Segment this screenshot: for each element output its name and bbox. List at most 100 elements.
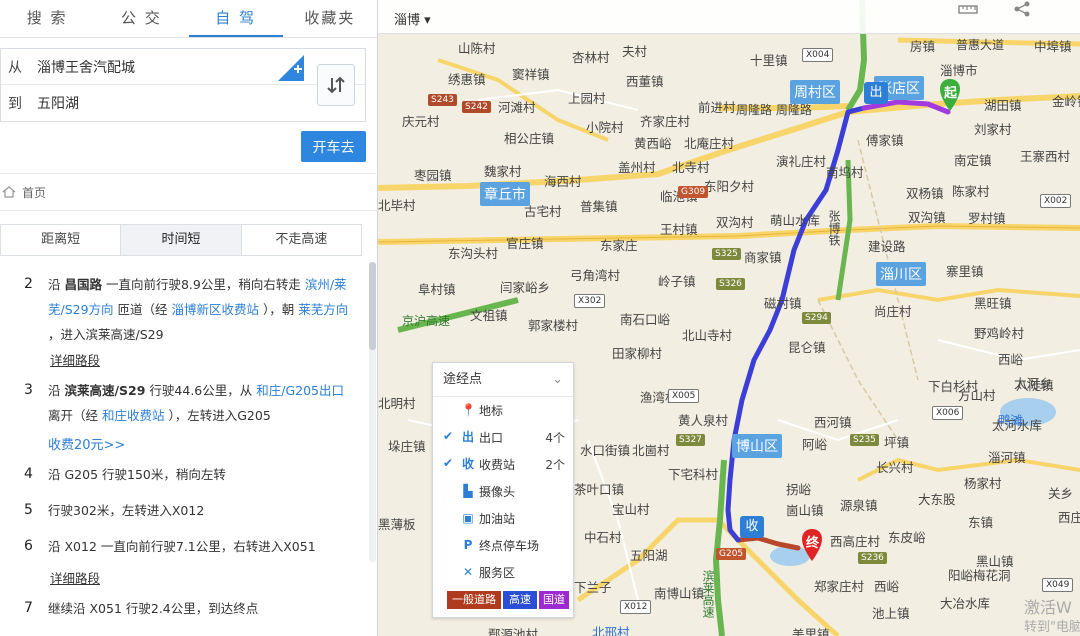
waypoint-filter-parking[interactable]: P 终点停车场: [433, 534, 575, 556]
place-label: 罗村镇: [968, 211, 1006, 226]
waypoint-filter-landmark[interactable]: 📍 地标: [433, 399, 575, 421]
road-badge: G205: [716, 548, 747, 560]
place-label: 庆元村: [402, 114, 440, 129]
step-text: 行驶302米，左转进入X012: [48, 503, 205, 518]
road-badge: S236: [858, 552, 887, 564]
step-direction-link[interactable]: 莱芜方向: [298, 302, 348, 317]
camera-icon: ▙: [463, 484, 473, 498]
to-input[interactable]: 五阳湖: [37, 93, 79, 113]
step-number: 2: [24, 276, 33, 292]
toll-fee-link[interactable]: 收费20元>>: [48, 434, 125, 453]
legend-highway: 高速: [503, 591, 537, 609]
place-label: 寨里镇: [946, 264, 984, 279]
add-waypoint-icon[interactable]: [278, 55, 304, 81]
place-label: 水口街镇: [580, 443, 631, 458]
scrollbar-thumb[interactable]: [369, 262, 376, 350]
waypoint-filter-service[interactable]: ✕ 服务区: [433, 561, 575, 583]
place-label: 北邢村: [592, 625, 630, 636]
step-number: 6: [24, 538, 33, 554]
place-label: 北崮村: [632, 443, 670, 458]
step-toll-link[interactable]: 淄博新区收费站: [172, 302, 260, 317]
tab-drive[interactable]: 自 驾: [188, 0, 283, 37]
detail-segments-link[interactable]: 详细路段: [50, 568, 100, 587]
step-exit-link[interactable]: 和庄/G205出口: [256, 383, 344, 398]
activation-watermark: 转到"电脑: [1024, 620, 1080, 635]
waypoint-filter-exit[interactable]: ✔ 出 出口 4个: [433, 426, 575, 448]
road-badge: S243: [428, 94, 457, 106]
chevron-down-icon: ▾: [424, 13, 431, 28]
step-toll-link[interactable]: 和庄收费站: [102, 408, 165, 423]
place-label: 黄人泉村: [678, 413, 729, 428]
step-text-part: ），朝: [259, 302, 299, 317]
pref-shortest-time[interactable]: 时间短: [121, 225, 242, 255]
place-label: 磁村镇: [764, 296, 802, 311]
place-label: 垛庄镇: [388, 439, 426, 454]
place-label: 西河镇: [814, 415, 852, 430]
place-label: 双沟镇: [908, 210, 946, 225]
tab-favorites[interactable]: 收藏夹: [283, 0, 377, 37]
waypoint-filter-toll[interactable]: ✔ 收 收费站 2个: [433, 453, 575, 475]
step-text: 继续沿 X051 行驶2.4公里，到达终点: [48, 601, 259, 616]
place-label: 山陈村: [458, 41, 496, 56]
road-badge: X302: [574, 294, 606, 308]
waypoint-filter-gas[interactable]: ▣ 加油站: [433, 507, 575, 529]
home-icon[interactable]: [2, 186, 16, 198]
place-label: 北寺村: [672, 160, 710, 175]
from-input[interactable]: 淄博王舍汽配城: [37, 57, 135, 77]
tab-search[interactable]: 搜 索: [0, 0, 94, 37]
chevron-down-icon[interactable]: ⌄: [552, 363, 563, 397]
place-label: 陈家村: [952, 184, 990, 199]
filter-label: 终点停车场: [479, 539, 540, 553]
place-label: 黄西峪: [634, 136, 672, 151]
route-steps: 2 沿 昌国路 一直向前行驶8.9公里，稍向右转走 滨州/莱芜/S29方向 匝道…: [0, 266, 366, 636]
city-selector[interactable]: 淄博 ▾: [394, 9, 431, 28]
place-label: 方山村: [958, 388, 996, 403]
place-label: 南坞村: [826, 165, 864, 180]
step-text: 沿 滨莱高速/S29 行驶44.6公里，从 和庄/G205出口 离开（经 和庄收…: [48, 378, 356, 428]
from-row[interactable]: 从 淄博王舍汽配城: [1, 49, 365, 85]
place-label: 刘家村: [974, 122, 1012, 137]
place-label: 北山寺村: [682, 328, 733, 343]
filter-label: 服务区: [479, 566, 516, 580]
place-label: 北毕村: [378, 198, 416, 213]
road-badge: S326: [716, 278, 745, 290]
legend-national-road: 国道: [539, 591, 569, 609]
place-label: 鸭滩: [998, 413, 1024, 428]
detail-segments-link[interactable]: 详细路段: [50, 350, 100, 369]
map-canvas[interactable]: 淄博 ▾ 周村区 张店区 淄川区 博山区 章丘市 淄博市 山陈村 房镇 中埠镇 …: [378, 0, 1080, 636]
step-text-part: 匝道（经: [113, 302, 172, 317]
to-row[interactable]: 到 五阳湖: [1, 85, 365, 121]
start-marker-label: 起: [944, 86, 958, 101]
place-label: 茶叶口镇: [574, 482, 625, 497]
place-label: 坪镇: [884, 435, 910, 450]
pref-shortest-distance[interactable]: 距离短: [1, 225, 122, 255]
check-icon: ✔: [443, 456, 454, 470]
step-text: 沿 昌国路 一直向前行驶8.9公里，稍向右转走 滨州/莱芜/S29方向 匝道（经…: [48, 272, 356, 347]
place-label: 弓角湾村: [570, 268, 621, 283]
place-label: 关乡: [1048, 486, 1074, 501]
place-label: 五阳湖: [630, 548, 668, 563]
swap-button[interactable]: [317, 64, 355, 106]
ruler-icon[interactable]: [958, 0, 978, 18]
tab-bus[interactable]: 公 交: [94, 0, 188, 37]
start-driving-button[interactable]: 开车去: [301, 131, 366, 162]
place-label: 上园村: [568, 91, 606, 106]
place-label: 拐峪: [786, 482, 812, 497]
breadcrumb-home[interactable]: 首页: [22, 184, 46, 201]
step-number: 4: [24, 466, 33, 482]
exit-marker[interactable]: 出: [864, 82, 888, 104]
toll-marker[interactable]: 收: [740, 516, 764, 538]
district-label: 博山区: [732, 434, 782, 458]
pref-avoid-highway[interactable]: 不走高速: [241, 225, 361, 255]
share-icon[interactable]: [1012, 0, 1032, 18]
road-badge: S294: [802, 312, 831, 324]
place-label: 东镇: [968, 515, 994, 530]
place-label: 源泉镇: [840, 498, 878, 513]
waypoints-title: 途经点: [443, 372, 483, 387]
place-label: 小院村: [586, 120, 624, 135]
waypoints-panel: 途经点 ⌄ 📍 地标 ✔ 出 出口 4个 ✔ 收 收费站 2个 ▙ 摄像头 ▣ …: [432, 362, 574, 618]
place-label: 黑薄板: [378, 517, 416, 532]
waypoint-filter-camera[interactable]: ▙ 摄像头: [433, 480, 575, 502]
waypoints-header[interactable]: 途经点 ⌄: [433, 363, 573, 397]
place-label: 湖田镇: [984, 98, 1022, 113]
